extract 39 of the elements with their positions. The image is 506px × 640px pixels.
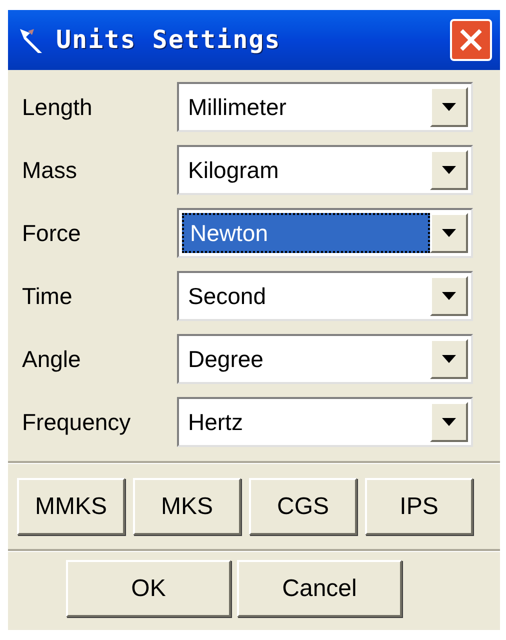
dropdown-arrow-button[interactable] <box>430 339 468 379</box>
preset-button[interactable]: MMKS <box>17 478 125 535</box>
dropdown-arrow-button[interactable] <box>430 402 468 442</box>
dropdown-value: Second <box>187 282 268 311</box>
dropdown-value: Degree <box>187 344 264 374</box>
field-label: Mass <box>22 156 78 185</box>
field-label: Force <box>22 218 82 248</box>
caret-icon <box>442 166 456 174</box>
caret-icon <box>442 229 456 237</box>
caret-icon <box>442 103 456 111</box>
dropdown-arrow-button[interactable] <box>430 213 468 253</box>
unit-dropdown[interactable]: Millimeter <box>177 82 473 132</box>
dropdown-arrow-button[interactable] <box>430 87 468 127</box>
preset-button[interactable]: CGS <box>249 478 357 535</box>
dropdown-arrow-button[interactable] <box>430 276 468 316</box>
caret-icon <box>442 418 456 426</box>
field-label: Angle <box>22 344 82 374</box>
preset-button[interactable]: MKS <box>133 478 241 535</box>
unit-dropdown[interactable]: Newton <box>177 208 473 258</box>
dropdown-value: Kilogram <box>187 156 280 185</box>
dropdown-value: Newton <box>182 213 430 253</box>
field-label: Time <box>22 282 74 311</box>
unit-dropdown[interactable]: Hertz <box>177 397 473 447</box>
window-title: Units Settings <box>56 24 281 56</box>
unit-dropdown[interactable]: Degree <box>177 334 473 384</box>
dropdown-arrow-button[interactable] <box>430 150 468 190</box>
close-icon <box>459 28 483 52</box>
field-label: Length <box>22 92 94 122</box>
caret-icon <box>442 292 456 300</box>
caret-icon <box>442 355 456 363</box>
dialog-button[interactable]: Cancel <box>237 560 402 617</box>
dropdown-value: Millimeter <box>187 92 288 122</box>
dropdown-value: Hertz <box>187 408 244 437</box>
field-label: Frequency <box>22 408 132 437</box>
preset-button[interactable]: IPS <box>365 478 473 535</box>
unit-dropdown[interactable]: Kilogram <box>177 145 473 195</box>
unit-dropdown[interactable]: Second <box>177 271 473 321</box>
close-button[interactable] <box>450 19 492 61</box>
dialog-button[interactable]: OK <box>66 560 231 617</box>
